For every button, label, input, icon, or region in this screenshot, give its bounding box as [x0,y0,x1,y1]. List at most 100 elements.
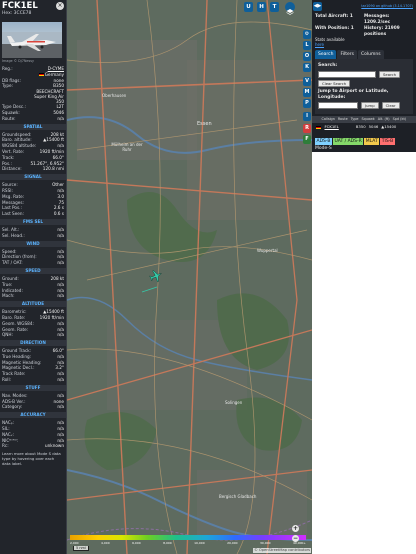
column-header[interactable]: Type [349,116,360,123]
tab-filters[interactable]: Filters [337,50,357,59]
section-fms-sel: FMS SEL [0,218,66,225]
legend-uat[interactable]: UAT / ADS-R [332,138,364,145]
info-row: Category: n/a [0,404,66,410]
map-button-h[interactable]: H [257,2,266,12]
info-label[interactable]: Category: [2,404,22,410]
map-button-p[interactable]: P [303,99,311,108]
tab-columns[interactable]: Columns [357,50,384,59]
info-label[interactable]: Rᴄ: [2,443,9,449]
section-signal: SIGNAL [0,174,66,181]
messages-rate: Messages: 1209.2/sec [364,14,391,25]
column-header[interactable]: Spd (kt) [391,116,407,123]
version-link[interactable]: tar1090 on github (3.14.1707) [361,4,413,8]
search-button[interactable]: Search [379,71,401,78]
map-button-i[interactable]: I [303,112,311,121]
zoom-in-button[interactable]: + [292,525,299,532]
map-button-l[interactable]: L [303,41,311,50]
stats-available: Stats available here [312,37,416,47]
wind-list: Speed: n/a Direction (from): n/a TAT / OAT: n… [0,249,66,266]
stuff-list: Nav. Modes: n/a ADS-B Ver.: none Category: n/… [0,393,66,410]
type-label: Type: [2,83,14,89]
country-flag-icon [38,73,44,77]
section-stuff: STUFF [0,384,66,391]
map-button-u[interactable]: U [244,2,253,12]
layers-icon[interactable] [285,2,295,15]
direction-list: Ground Track: 66.0° True Heading: n/a Magnet… [0,348,66,383]
info-label[interactable]: Distance: [2,166,22,172]
tab-search[interactable]: Search [315,50,337,59]
stats-here-link[interactable]: here [315,42,324,47]
altitude-tick: 4,000 [101,541,110,545]
map-button-v[interactable]: V [303,77,311,86]
place-label-wuppertal: Wuppertal [257,248,278,253]
map-button-o[interactable]: O [303,52,311,61]
column-header[interactable]: Squawk [360,116,376,123]
clear-search-button[interactable]: Clear Search [318,80,351,87]
type-description-long: BEECHCRAFT Super King Air 350 [34,89,64,105]
selected-callsign[interactable]: FCK1EL [2,1,64,11]
info-value: n/a [57,260,64,266]
map-attribution[interactable]: © OpenStreetMap contributors [253,548,311,553]
infoblock-header: FCK1EL Hex: 3CCE78 × [0,0,66,22]
jump-button[interactable]: Jump [361,102,379,109]
history-positions: History: 21909 positions [364,26,400,37]
info-value: n/a [57,293,64,299]
column-header[interactable]: Route [336,116,349,123]
info-label[interactable]: Roll: [2,377,11,383]
info-label[interactable]: TAT / OAT: [2,260,23,266]
aircraft-marker-icon[interactable] [149,269,163,283]
search-input[interactable] [318,71,376,78]
legend-adsb[interactable]: ADS-B [315,138,332,145]
info-value: unknown [44,443,64,449]
toggle-sidebar-button[interactable]: ◀▶ [313,2,322,11]
selected-hex: Hex: 3CCE78 [2,11,32,16]
table-row[interactable]: FCK1EL B350 5046 ▲15400 [312,123,416,130]
info-row: Sel. Head.: n/a [0,233,66,239]
info-label[interactable]: Sel. Head.: [2,233,25,239]
legend-mode-s[interactable]: Mode-S [312,145,416,152]
column-header[interactable]: Alt. (ft) [376,116,391,123]
aircraft-photo-image [2,32,62,58]
info-value: n/a [57,377,64,383]
info-row: Distance: 120.8 nmi [0,166,66,172]
clear-button[interactable]: Clear [381,102,400,109]
country-value: Germany [44,71,64,77]
place-label-oberhausen: Oberhausen [102,93,127,98]
row-callsign[interactable]: FCK1EL [323,123,340,130]
map-button-r[interactable]: R [303,124,311,133]
map-view[interactable]: Oberhausen Mülheim an der Ruhr Essen Wup… [67,0,312,554]
row-squawk: 5046 [368,124,379,129]
aircraft-photo[interactable] [2,22,62,58]
jump-input[interactable] [318,102,358,109]
altitude-tick: 30,000 [260,541,271,545]
info-value: n/a [57,232,64,238]
info-row: Last Seen: 0.6 s [0,211,66,217]
info-label[interactable]: Last Seen: [2,211,24,217]
settings-gear-icon[interactable]: ⚙ [303,30,311,39]
photo-credit: Image © Dj7Nessy [2,59,35,63]
fms-sel-list: Sel. Alt.: n/a Sel. Head.: n/a [0,227,66,239]
aircraft-list-panel: ◀▶ tar1090 on github (3.14.1707) Total A… [312,0,416,554]
info-label[interactable]: QNH: [2,332,13,338]
place-label-solingen: Solingen [225,400,243,405]
legend-mlat[interactable]: MLAT [364,138,380,145]
legend-tisb[interactable]: TIS-B [380,138,395,145]
reg-label: Reg.: [2,66,13,71]
section-spatial: SPATIAL [0,123,66,130]
section-accuracy: ACCURACY [0,412,66,419]
info-label[interactable]: Mach: [2,293,15,299]
aircraft-table: Callsign Route Type Squawk Alt. (ft) Spd… [312,116,416,130]
map-tiles [67,0,312,554]
total-aircraft: Total Aircraft: 1 [315,14,353,19]
row-altitude: ▲15400 [381,124,397,129]
zoom-out-button[interactable]: − [292,535,299,542]
column-header[interactable]: Callsign [320,116,336,123]
map-button-k[interactable]: K [303,63,311,72]
map-button-t[interactable]: T [270,2,279,12]
jump-label: Jump to Airport or Latitude, Longitude: [318,89,389,100]
close-icon[interactable]: × [56,2,64,10]
map-button-m[interactable]: M [303,88,311,97]
section-direction: DIRECTION [0,340,66,347]
place-label-muelheim: Mülheim an der Ruhr [111,142,143,152]
map-button-f[interactable]: F [303,135,311,144]
